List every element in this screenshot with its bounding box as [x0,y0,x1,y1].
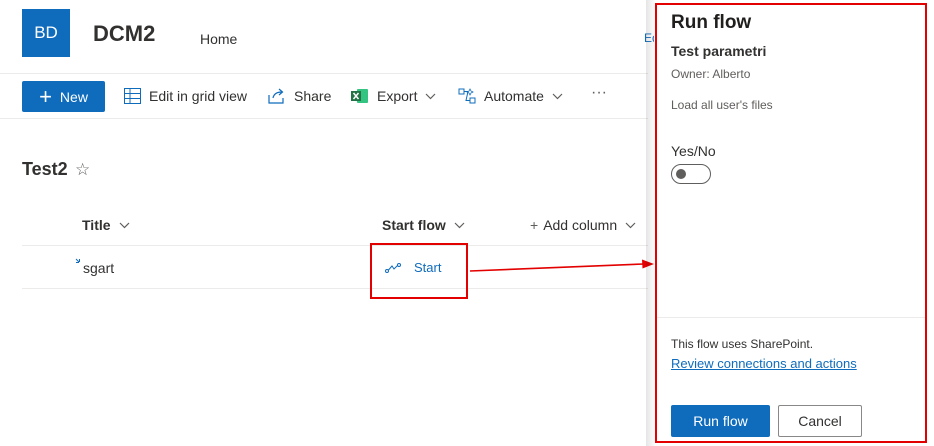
yes-no-toggle[interactable] [671,164,711,184]
flow-name: Test parametri [671,43,767,59]
panel-divider [657,317,925,318]
flow-description: Load all user's files [671,98,773,112]
toggle-knob [676,169,686,179]
panel-title: Run flow [671,12,752,33]
review-connections-link[interactable]: Review connections and actions [671,356,857,371]
cancel-button[interactable]: Cancel [778,405,862,437]
yes-no-label: Yes/No [671,143,716,159]
flow-uses-text: This flow uses SharePoint. [671,337,814,351]
run-flow-button[interactable]: Run flow [671,405,770,437]
flow-owner: Owner: Alberto [671,67,751,81]
